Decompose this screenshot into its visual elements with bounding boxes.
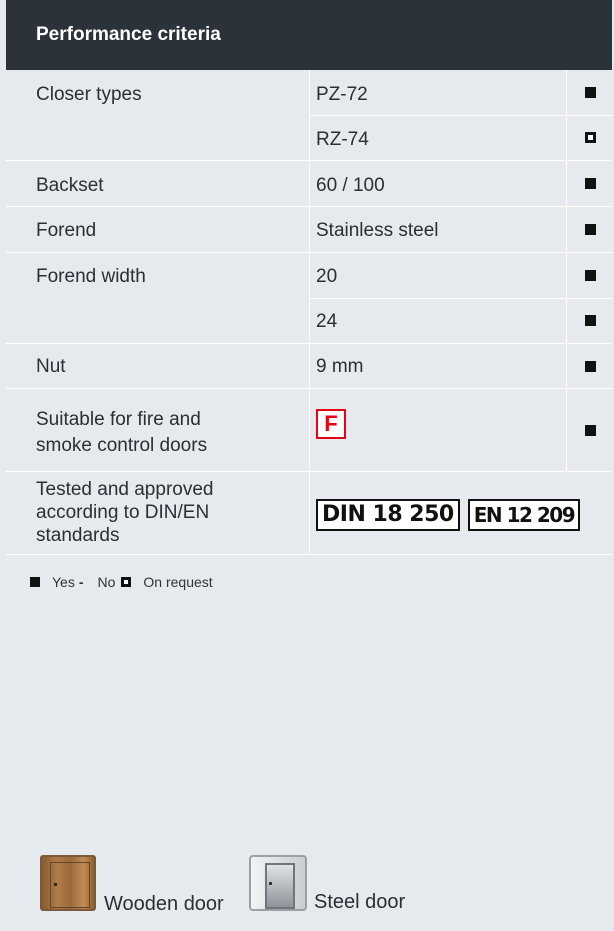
row-value: 24 [316, 311, 338, 332]
yes-square-icon [584, 178, 596, 189]
table-header: Performance criteria [6, 0, 612, 70]
din-standard-badge: DIN 18 250 [316, 499, 460, 531]
standards-badges: DIN 18 250 EN 12 209 [316, 499, 581, 531]
row-label: Forend width [36, 266, 146, 287]
row-label-line: Suitable for fire and [36, 409, 201, 430]
yes-cell [566, 298, 613, 343]
door-handle-icon [54, 883, 57, 886]
row-forend: Forend Stainless steel [6, 207, 612, 253]
yes-square-icon [584, 224, 596, 235]
fire-mark: F [316, 409, 346, 439]
yes-cell [566, 161, 613, 206]
yes-square-icon [584, 424, 596, 436]
row-label: Backset [36, 175, 104, 196]
row-label-line: Tested and approved [36, 479, 214, 500]
row-value: 20 [316, 266, 338, 287]
wooden-door-icon [40, 855, 96, 911]
yes-cell [566, 389, 613, 471]
en-standard-badge: EN 12 209 [467, 499, 581, 531]
row-value: Stainless steel [316, 220, 439, 241]
row-label: Closer types [36, 84, 142, 105]
yes-cell [566, 344, 613, 388]
row-label: Tested and approved according to DIN/EN … [36, 478, 213, 547]
legend-yes-label: Yes [52, 574, 75, 590]
yes-square-icon [584, 270, 596, 281]
row-label-line: according to DIN/EN [36, 502, 210, 523]
yes-square-icon [584, 360, 596, 372]
row-backset: Backset 60 / 100 [6, 161, 612, 207]
row-label-line: standards [36, 525, 120, 546]
row-value: RZ-74 [316, 129, 369, 150]
door-panel [265, 863, 295, 909]
wooden-door-label: Wooden door [104, 893, 224, 915]
legend-dash: - [78, 574, 84, 590]
yes-square-icon [584, 315, 596, 326]
steel-door-label: Steel door [314, 891, 406, 913]
legend-request-label: On request [143, 574, 213, 590]
row-forend-width: Forend width 20 24 [6, 253, 612, 344]
row-label: Suitable for fire and smoke control door… [36, 407, 207, 459]
yes-square-icon [30, 577, 40, 587]
row-label: Nut [36, 356, 66, 377]
yes-square-icon [584, 87, 596, 98]
yes-cell [566, 70, 613, 115]
row-nut: Nut 9 mm [6, 344, 612, 389]
row-tested: Tested and approved according to DIN/EN … [6, 472, 612, 555]
yes-cell [566, 207, 613, 252]
legend: Yes - No On request [30, 574, 213, 590]
row-closer-types: Closer types PZ-72 RZ-74 [6, 70, 612, 161]
row-label-line: smoke control doors [36, 435, 208, 456]
performance-panel: Performance criteria Closer types PZ-72 … [6, 0, 612, 931]
row-fire-doors: Suitable for fire and smoke control door… [6, 389, 612, 472]
row-value: 60 / 100 [316, 175, 385, 196]
yes-cell [566, 253, 613, 298]
fire-rating-icon: F [316, 409, 346, 439]
steel-door-icon [249, 855, 307, 911]
table-title: Performance criteria [36, 24, 221, 45]
on-request-square-icon [121, 577, 132, 587]
request-cell [566, 115, 613, 160]
row-label: Forend [36, 220, 97, 241]
legend-no-label: No [97, 574, 116, 590]
row-value: 9 mm [316, 356, 364, 377]
on-request-square-icon [584, 132, 596, 143]
row-value: PZ-72 [316, 84, 368, 105]
door-handle-icon [269, 882, 272, 885]
